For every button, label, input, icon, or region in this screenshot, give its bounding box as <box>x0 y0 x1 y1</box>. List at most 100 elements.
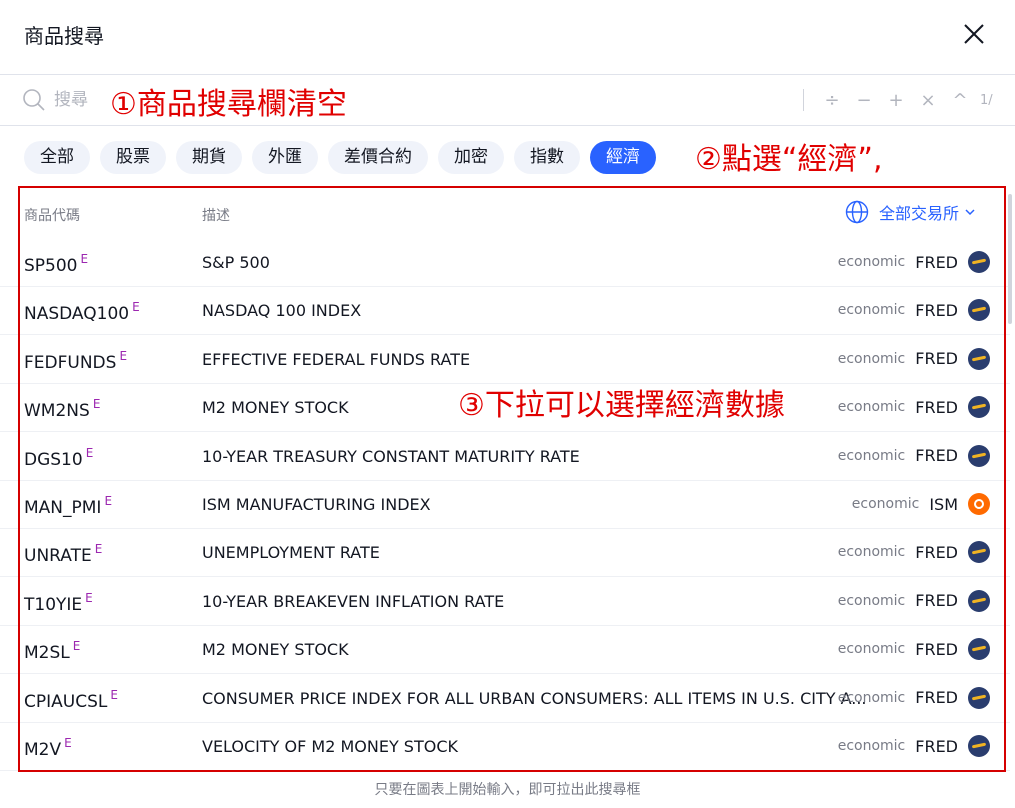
symbol-description: NASDAQ 100 INDEX <box>202 301 362 321</box>
annotation-step3: ③下拉可以選擇經濟數據 <box>458 388 785 423</box>
symbol-code: WM2NS E <box>24 397 100 421</box>
symbol-code: DGS10 E <box>24 446 93 470</box>
economic-badge: E <box>80 252 89 266</box>
search-input[interactable] <box>54 87 104 113</box>
symbol-type: economic <box>837 350 906 367</box>
symbol-text: T10YIE <box>24 594 83 615</box>
table-row[interactable]: MAN_PMI E ISM MANUFACTURING INDEX economic I… <box>0 481 1010 529</box>
source-name: FRED <box>915 397 958 417</box>
tab-index[interactable]: 指數 <box>514 141 580 174</box>
symbol-type: economic <box>837 399 906 416</box>
symbol-type: economic <box>837 738 906 754</box>
table-row[interactable]: M2SL E M2 MONEY STOCK economic FRED <box>0 626 1010 675</box>
symbol-description: 10-YEAR TREASURY CONSTANT MATURITY RATE <box>202 446 580 466</box>
table-row[interactable]: UNRATE E UNEMPLOYMENT RATE economic FRED <box>0 529 1010 578</box>
symbol-description: M2 MONEY STOCK <box>202 640 349 660</box>
globe-icon <box>845 200 869 224</box>
symbol-description: CONSUMER PRICE INDEX FOR ALL URBAN CONSU… <box>202 688 867 708</box>
exchange-filter-button[interactable]: 全部交易所 <box>845 200 987 224</box>
fred-logo-icon <box>968 251 990 273</box>
table-row[interactable]: CPIAUCSL E CONSUMER PRICE INDEX FOR ALL UR… <box>0 675 1010 723</box>
symbol-code: M2SL E <box>24 639 80 663</box>
source-name: FRED <box>915 591 958 611</box>
symbol-description: M2 MONEY STOCK <box>202 398 349 418</box>
symbol-type: economic <box>837 544 906 561</box>
source-info: economic FRED <box>837 541 990 564</box>
source-name: FRED <box>915 639 958 659</box>
tab-cfd[interactable]: 差價合約 <box>328 141 428 174</box>
plus-icon[interactable]: + <box>880 90 912 111</box>
footer-hint: 只要在圖表上開始輸入，即可拉出此搜尋框 <box>374 782 641 798</box>
column-description: 描述 <box>202 208 230 224</box>
tab-futures[interactable]: 期貨 <box>176 141 242 174</box>
chevron-down-icon <box>965 209 975 216</box>
economic-badge: E <box>85 590 93 605</box>
symbol-text: M2V <box>24 740 62 760</box>
dialog-header: 商品搜尋 <box>0 0 1015 74</box>
symbol-description: ISM MANUFACTURING INDEX <box>202 495 431 514</box>
source-name: FRED <box>915 252 958 272</box>
table-row[interactable]: SP500 E S&P 500 economic FRED <box>0 239 1010 287</box>
source-info: economic FRED <box>837 347 990 370</box>
tab-crypto[interactable]: 加密 <box>438 141 504 174</box>
symbol-text: DGS10 <box>24 449 83 470</box>
source-info: economic FRED <box>837 444 990 467</box>
source-name: FRED <box>915 736 958 756</box>
divide-icon[interactable]: ÷ <box>816 90 848 111</box>
source-info: economic FRED <box>838 251 990 273</box>
symbol-text: WM2NS <box>24 401 90 422</box>
economic-badge: E <box>64 736 72 750</box>
fred-logo-icon <box>968 638 990 661</box>
table-row[interactable]: T10YIE E 10-YEAR BREAKEVEN INFLATION RATE e… <box>0 578 1010 626</box>
list-header: 商品代碼 描述 全部交易所 <box>0 187 1015 239</box>
symbol-type: economic <box>837 641 906 658</box>
symbol-text: SP500 <box>24 256 78 276</box>
symbol-code: M2V E <box>24 736 72 760</box>
symbol-text: CPIAUCSL <box>24 691 108 712</box>
symbol-text: M2SL <box>24 643 70 664</box>
symbol-code: MAN_PMI E <box>24 494 112 518</box>
symbol-type: economic <box>851 496 920 512</box>
symbol-text: MAN_PMI <box>24 498 102 518</box>
economic-badge: E <box>132 300 140 315</box>
symbol-code: NASDAQ100 E <box>24 300 140 324</box>
source-info: economic FRED <box>837 589 990 612</box>
symbol-code: UNRATE E <box>24 542 102 566</box>
symbol-code: T10YIE E <box>24 591 93 615</box>
symbol-type: economic <box>837 447 906 464</box>
fred-logo-icon <box>968 444 990 467</box>
fred-logo-icon <box>968 396 990 419</box>
annotation-step2: ②點選“經濟”, <box>695 142 883 177</box>
tab-economy[interactable]: 經濟 <box>590 141 656 174</box>
source-name: FRED <box>915 300 958 320</box>
tab-stocks[interactable]: 股票 <box>100 141 166 174</box>
multiply-icon[interactable]: × <box>912 90 944 111</box>
exchange-filter-label: 全部交易所 <box>879 204 960 223</box>
caret-up-icon[interactable]: ^ <box>944 90 976 111</box>
divider <box>803 89 804 111</box>
symbol-type: economic <box>837 592 906 609</box>
symbol-code: SP500 E <box>24 252 88 276</box>
symbol-text: NASDAQ100 <box>24 304 130 325</box>
fred-logo-icon <box>968 735 990 757</box>
symbol-description: UNEMPLOYMENT RATE <box>202 543 380 563</box>
tab-forex[interactable]: 外匯 <box>252 141 318 174</box>
source-name: FRED <box>915 446 958 466</box>
economic-badge: E <box>92 397 101 412</box>
source-info: economic FRED <box>838 735 990 757</box>
tab-all[interactable]: 全部 <box>24 141 90 174</box>
scrollbar[interactable] <box>1008 194 1012 324</box>
table-row[interactable]: DGS10 E 10-YEAR TREASURY CONSTANT MATURITY… <box>0 433 1010 481</box>
table-row[interactable]: FEDFUNDS E EFFECTIVE FEDERAL FUNDS RATE eco… <box>0 336 1010 384</box>
results-list: 商品代碼 描述 全部交易所 SP500 E S&P 500 economic FRED N… <box>0 187 1015 771</box>
symbol-text: FEDFUNDS <box>24 352 117 373</box>
minus-icon[interactable]: − <box>848 90 880 111</box>
economic-badge: E <box>110 687 118 702</box>
source-name: FRED <box>915 542 958 562</box>
fred-logo-icon <box>968 686 990 709</box>
table-row[interactable]: M2V E VELOCITY OF M2 MONEY STOCK economic FR… <box>0 723 1010 771</box>
fred-logo-icon <box>968 347 990 370</box>
table-row[interactable]: NASDAQ100 E NASDAQ 100 INDEX economic FRED <box>0 287 1010 336</box>
close-icon[interactable] <box>958 18 990 50</box>
symbol-description: VELOCITY OF M2 MONEY STOCK <box>202 737 458 756</box>
